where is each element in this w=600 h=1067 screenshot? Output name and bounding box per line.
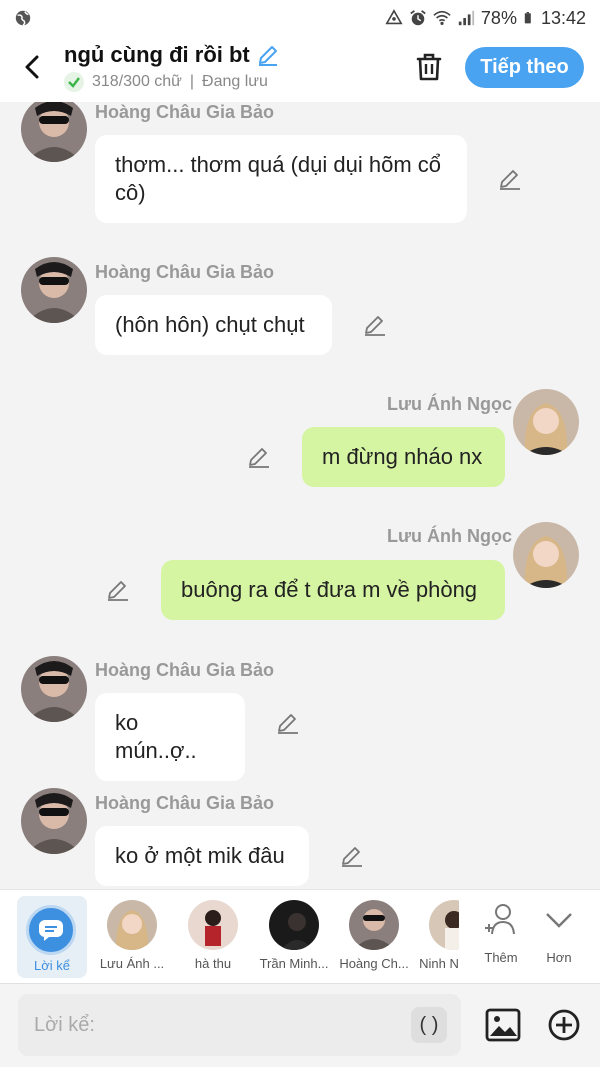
character-label: Trần Minh... bbox=[259, 956, 329, 971]
separator: | bbox=[189, 73, 195, 90]
trash-icon[interactable] bbox=[412, 50, 446, 84]
chat-area[interactable]: Hoàng Châu Gia Bảo thơm... thơm quá (dụi… bbox=[0, 102, 600, 889]
message-bubble[interactable]: ko ở một mik đâu bbox=[95, 826, 309, 886]
avatar bbox=[107, 900, 157, 950]
message-bubble[interactable]: thơm... thơm quá (dụi dụi hõm cổ cô) bbox=[95, 135, 467, 223]
avatar-hoang-chau-gia-bao[interactable] bbox=[21, 788, 87, 854]
edit-message-icon[interactable] bbox=[247, 445, 271, 469]
avatar-luu-anh-ngoc[interactable] bbox=[513, 389, 579, 455]
data-saver-icon bbox=[385, 9, 403, 25]
character-ha-thu[interactable]: hà thu bbox=[177, 900, 249, 971]
signal-icon bbox=[458, 10, 475, 26]
back-arrow-icon[interactable] bbox=[16, 50, 50, 84]
next-button[interactable]: Tiếp theo bbox=[465, 47, 584, 88]
avatar-luu-anh-ngoc[interactable] bbox=[513, 522, 579, 588]
edit-title-icon[interactable] bbox=[256, 43, 280, 67]
sender-name: Lưu Ánh Ngọc bbox=[387, 526, 513, 546]
image-icon[interactable] bbox=[485, 1008, 521, 1042]
edit-message-icon[interactable] bbox=[276, 711, 300, 735]
status-right: 78% 13:42 bbox=[385, 8, 586, 29]
wifi-icon bbox=[433, 10, 451, 26]
message-bubble[interactable]: ko mún..ợ.. bbox=[95, 693, 245, 781]
sender-name: Hoàng Châu Gia Bảo bbox=[95, 793, 275, 813]
story-title-area: ngủ cùng đi rồi bt 318/300 chữ | Đang lư… bbox=[64, 42, 280, 92]
sender-name: Lưu Ánh Ngọc bbox=[387, 394, 513, 414]
word-count: 318/300 chữ bbox=[92, 73, 182, 90]
character-ninh[interactable]: Ninh N bbox=[419, 900, 459, 971]
save-status-row: 318/300 chữ | Đang lưu bbox=[64, 72, 280, 92]
check-icon bbox=[64, 72, 84, 92]
avatar bbox=[188, 900, 238, 950]
input-bar: Lời kể: ( ) bbox=[0, 983, 600, 1067]
avatar bbox=[269, 900, 319, 950]
sender-name: Hoàng Châu Gia Bảo bbox=[95, 102, 275, 122]
character-label: Lưu Ánh ... bbox=[99, 956, 165, 971]
story-title: ngủ cùng đi rồi bt bbox=[64, 42, 250, 67]
narration-input[interactable]: Lời kể: bbox=[18, 994, 461, 1056]
message-bubble[interactable]: buông ra để t đưa m về phòng bbox=[161, 560, 505, 620]
header: ngủ cùng đi rồi bt 318/300 chữ | Đang lư… bbox=[0, 36, 600, 102]
edit-message-icon[interactable] bbox=[340, 844, 364, 868]
character-label: Lời kể bbox=[34, 958, 70, 973]
character-label: Hơn bbox=[546, 950, 572, 965]
character-label: hà thu bbox=[194, 956, 232, 971]
globe-icon bbox=[15, 10, 31, 26]
story-title-row[interactable]: ngủ cùng đi rồi bt bbox=[64, 42, 280, 68]
character-tran-minh[interactable]: Trần Minh... bbox=[258, 900, 330, 971]
battery-icon bbox=[524, 12, 531, 24]
clock: 13:42 bbox=[540, 7, 586, 28]
sender-name: Hoàng Châu Gia Bảo bbox=[95, 262, 275, 282]
alarm-icon bbox=[410, 10, 426, 26]
action-parentheses-button[interactable]: ( ) bbox=[411, 1007, 447, 1043]
character-luu-anh-ngoc[interactable]: Lưu Ánh ... bbox=[96, 900, 168, 971]
character-label: Ninh N bbox=[419, 956, 459, 971]
message-bubble[interactable]: m đừng nháo nx bbox=[302, 427, 505, 487]
more-button[interactable]: Hơn bbox=[523, 900, 595, 965]
avatar bbox=[429, 900, 459, 950]
character-label: Hoàng Ch... bbox=[339, 956, 409, 971]
chevron-down-icon bbox=[546, 913, 572, 928]
character-narrator[interactable]: Lời kể bbox=[17, 896, 87, 978]
message-bubble[interactable]: (hôn hôn) chụt chụt bbox=[95, 295, 332, 355]
character-hoang-chau-gia-bao[interactable]: Hoàng Ch... bbox=[338, 900, 410, 971]
avatar-hoang-chau-gia-bao[interactable] bbox=[21, 102, 87, 162]
avatar-hoang-chau-gia-bao[interactable] bbox=[21, 656, 87, 722]
avatar-hoang-chau-gia-bao[interactable] bbox=[21, 257, 87, 323]
edit-message-icon[interactable] bbox=[363, 313, 387, 337]
character-selector: Lời kể Lưu Ánh ... hà thu Trần Minh... H… bbox=[0, 889, 600, 983]
sender-name: Hoàng Châu Gia Bảo bbox=[95, 660, 275, 680]
avatar bbox=[349, 900, 399, 950]
edit-message-icon[interactable] bbox=[106, 578, 130, 602]
add-circle-icon[interactable] bbox=[547, 1008, 581, 1042]
save-status: Đang lưu bbox=[202, 73, 268, 90]
status-bar: 78% 13:42 bbox=[0, 0, 600, 36]
add-person-icon bbox=[485, 904, 515, 935]
edit-message-icon[interactable] bbox=[498, 167, 522, 191]
narrator-icon bbox=[26, 905, 76, 955]
battery-percent: 78% bbox=[480, 7, 517, 28]
